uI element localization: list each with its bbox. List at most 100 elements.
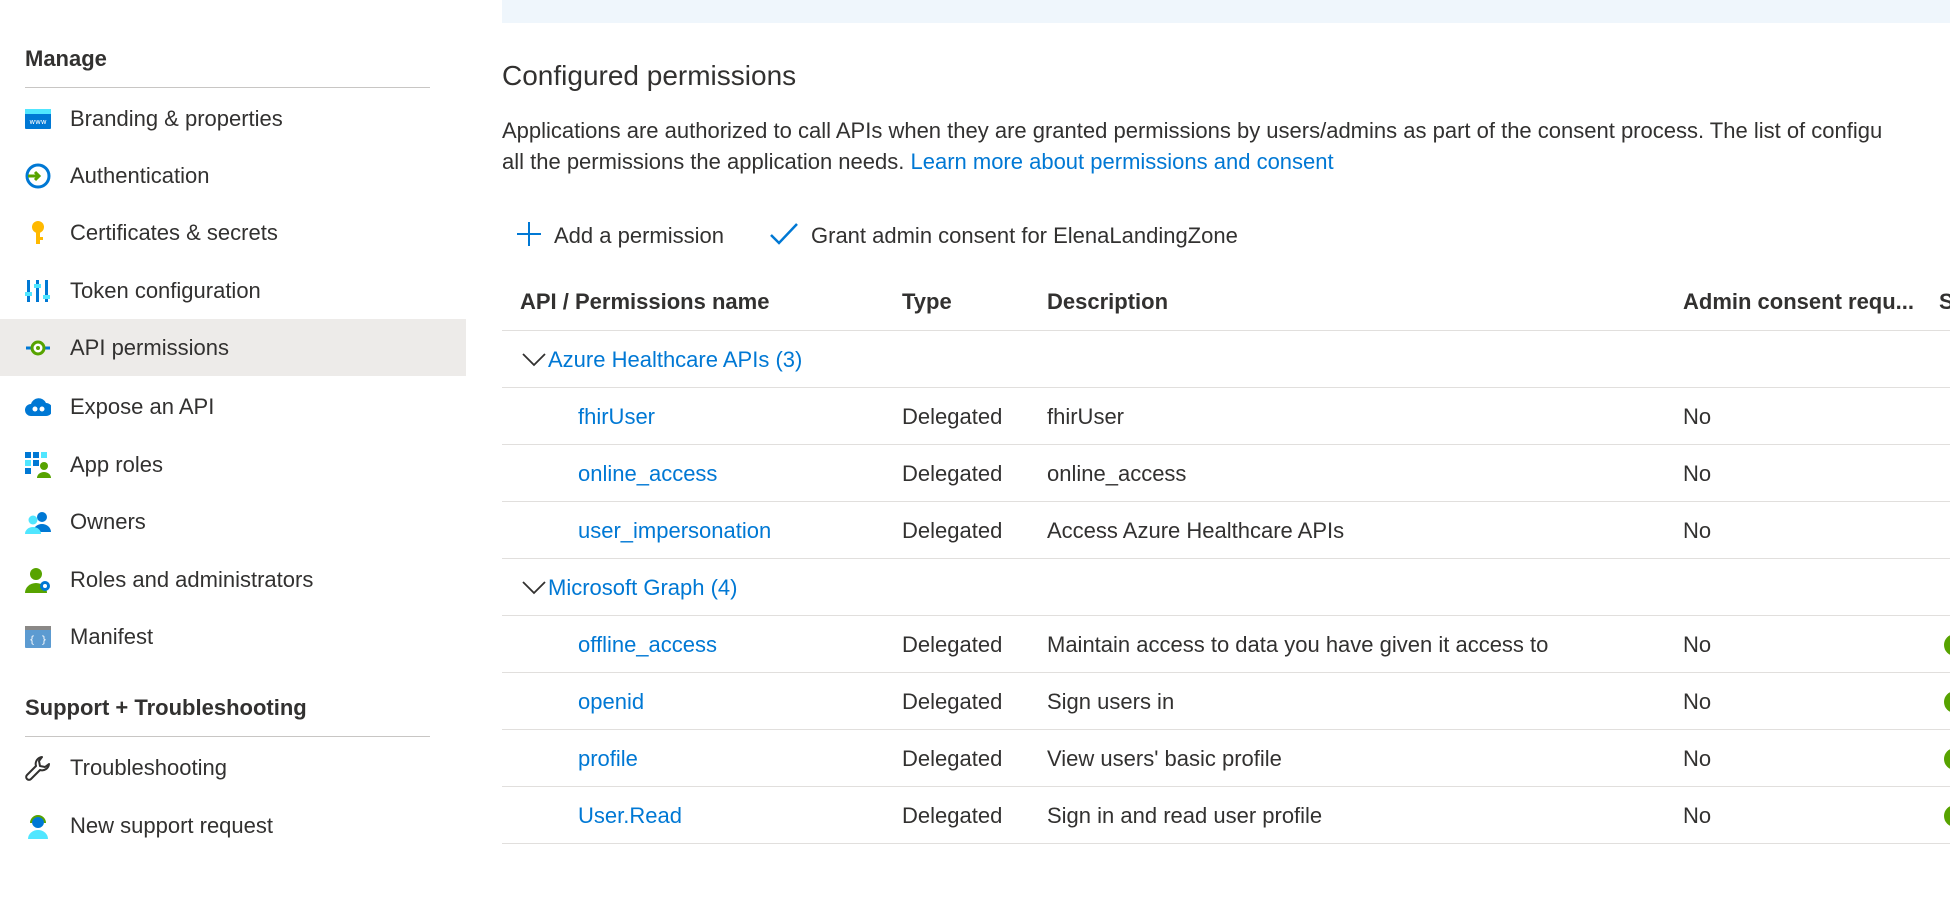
table-row: online_access Delegated online_access No	[502, 445, 1950, 502]
sidebar-item-authentication[interactable]: Authentication	[0, 147, 466, 204]
token-config-icon	[25, 278, 51, 304]
sidebar-item-label: New support request	[70, 812, 273, 838]
permission-type: Delegated	[902, 403, 1003, 429]
granted-status-icon	[1944, 634, 1950, 656]
permission-name-link[interactable]: online_access	[578, 445, 717, 502]
sidebar-item-roles-administrators[interactable]: Roles and administrators	[0, 551, 466, 608]
column-header-name[interactable]: API / Permissions name	[520, 274, 769, 330]
admin-consent-value: No	[1683, 403, 1712, 429]
svg-text:www: www	[29, 118, 46, 126]
manifest-icon: { }	[25, 624, 51, 650]
permission-type: Delegated	[902, 517, 1003, 543]
permission-description: Sign in and read user profile	[1047, 802, 1323, 828]
plus-icon	[516, 221, 542, 252]
table-row: User.Read Delegated Sign in and read use…	[502, 787, 1950, 844]
admin-consent-value: No	[1683, 460, 1712, 486]
section-divider	[25, 736, 430, 737]
sidebar-item-label: Branding & properties	[70, 105, 283, 131]
sidebar-item-label: Expose an API	[70, 393, 215, 419]
permission-description: online_access	[1047, 460, 1187, 486]
checkmark-icon	[769, 221, 799, 252]
key-icon	[25, 220, 51, 246]
sidebar-nav: Manage www Branding & properties Authent…	[0, 0, 466, 906]
grant-admin-consent-label: Grant admin consent for ElenaLandingZone	[811, 223, 1238, 248]
row-divider	[502, 843, 1950, 844]
sidebar-item-label: Token configuration	[70, 277, 261, 303]
admin-consent-value: No	[1683, 631, 1712, 657]
permissions-description: Applications are authorized to call APIs…	[502, 115, 1950, 177]
grant-admin-consent-button[interactable]: Grant admin consent for ElenaLandingZone	[769, 218, 1238, 254]
permission-type: Delegated	[902, 802, 1003, 828]
sidebar-item-manifest[interactable]: { } Manifest	[0, 608, 466, 665]
permission-name-link[interactable]: fhirUser	[578, 388, 655, 445]
description-line-2: all the permissions the application need…	[502, 146, 1950, 177]
authentication-icon	[25, 163, 51, 189]
table-row: offline_access Delegated Maintain access…	[502, 616, 1950, 673]
group-label[interactable]: Azure Healthcare APIs (3)	[548, 347, 802, 373]
admin-consent-value: No	[1683, 745, 1712, 771]
description-line: Applications are authorized to call APIs…	[502, 118, 1883, 143]
learn-more-link[interactable]: Learn more about permissions and consent	[910, 149, 1333, 174]
table-row: fhirUser Delegated fhirUser No	[502, 388, 1950, 445]
permission-name-link[interactable]: offline_access	[578, 616, 717, 673]
sidebar-item-troubleshooting[interactable]: Troubleshooting	[0, 739, 466, 796]
sidebar-item-owners[interactable]: Owners	[0, 493, 466, 550]
group-label[interactable]: Microsoft Graph (4)	[548, 575, 738, 601]
permission-group-microsoft-graph[interactable]: Microsoft Graph (4)	[502, 559, 1950, 616]
permission-type: Delegated	[902, 631, 1003, 657]
description-text: all the permissions the application need…	[502, 149, 905, 174]
app-roles-icon	[25, 451, 51, 478]
sidebar-item-label: Roles and administrators	[70, 566, 314, 592]
column-header-admin-consent[interactable]: Admin consent requ...	[1683, 274, 1914, 330]
support-section-title: Support + Troubleshooting	[25, 695, 307, 720]
granted-status-icon	[1944, 748, 1950, 770]
wrench-icon	[25, 755, 51, 781]
main-content: Configured permissions Applications are …	[502, 0, 1950, 906]
permission-type: Delegated	[902, 460, 1003, 486]
permission-description: Access Azure Healthcare APIs	[1047, 517, 1345, 543]
permission-group-azure-healthcare[interactable]: Azure Healthcare APIs (3)	[502, 331, 1950, 388]
sidebar-item-token-configuration[interactable]: Token configuration	[0, 262, 466, 319]
granted-status-icon	[1944, 805, 1950, 827]
sidebar-item-label: Troubleshooting	[70, 754, 227, 780]
granted-status-icon	[1944, 691, 1950, 713]
add-permission-button[interactable]: Add a permission	[516, 218, 724, 254]
chevron-down-icon[interactable]	[522, 348, 546, 372]
branding-icon: www	[25, 106, 51, 132]
roles-admin-icon	[25, 567, 51, 593]
permission-name-link[interactable]: openid	[578, 673, 644, 730]
sidebar-item-new-support-request[interactable]: New support request	[0, 797, 466, 854]
owners-icon	[25, 509, 51, 535]
section-divider	[25, 87, 430, 88]
chevron-down-icon[interactable]	[522, 576, 546, 600]
permission-name-link[interactable]: User.Read	[578, 787, 682, 844]
sidebar-item-branding[interactable]: www Branding & properties	[0, 90, 466, 147]
permission-description: Maintain access to data you have given i…	[1047, 631, 1549, 657]
admin-consent-value: No	[1683, 688, 1712, 714]
table-row: profile Delegated View users' basic prof…	[502, 730, 1950, 787]
table-row: user_impersonation Delegated Access Azur…	[502, 502, 1950, 559]
sidebar-item-certificates[interactable]: Certificates & secrets	[0, 204, 466, 261]
permission-description: Sign users in	[1047, 688, 1175, 714]
admin-consent-value: No	[1683, 802, 1712, 828]
support-agent-icon	[25, 813, 51, 839]
sidebar-item-expose-api[interactable]: Expose an API	[0, 378, 466, 435]
permission-type: Delegated	[902, 745, 1003, 771]
permission-name-link[interactable]: user_impersonation	[578, 502, 771, 559]
column-header-status[interactable]: S	[1939, 274, 1950, 330]
sidebar-item-app-roles[interactable]: App roles	[0, 436, 466, 493]
column-header-type[interactable]: Type	[902, 274, 952, 330]
add-permission-label: Add a permission	[554, 223, 724, 248]
permission-description: View users' basic profile	[1047, 745, 1282, 771]
manage-section-title: Manage	[25, 46, 107, 71]
sidebar-item-label: Manifest	[70, 623, 154, 649]
sidebar-item-label: Authentication	[70, 162, 210, 188]
sidebar-item-api-permissions[interactable]: API permissions	[0, 319, 466, 376]
permission-type: Delegated	[902, 688, 1003, 714]
table-row: openid Delegated Sign users in No	[502, 673, 1950, 730]
cloud-api-icon	[25, 394, 51, 420]
column-header-description[interactable]: Description	[1047, 274, 1168, 330]
permission-name-link[interactable]: profile	[578, 730, 638, 787]
api-permissions-icon	[25, 335, 51, 361]
sidebar-item-label: Certificates & secrets	[70, 219, 278, 245]
